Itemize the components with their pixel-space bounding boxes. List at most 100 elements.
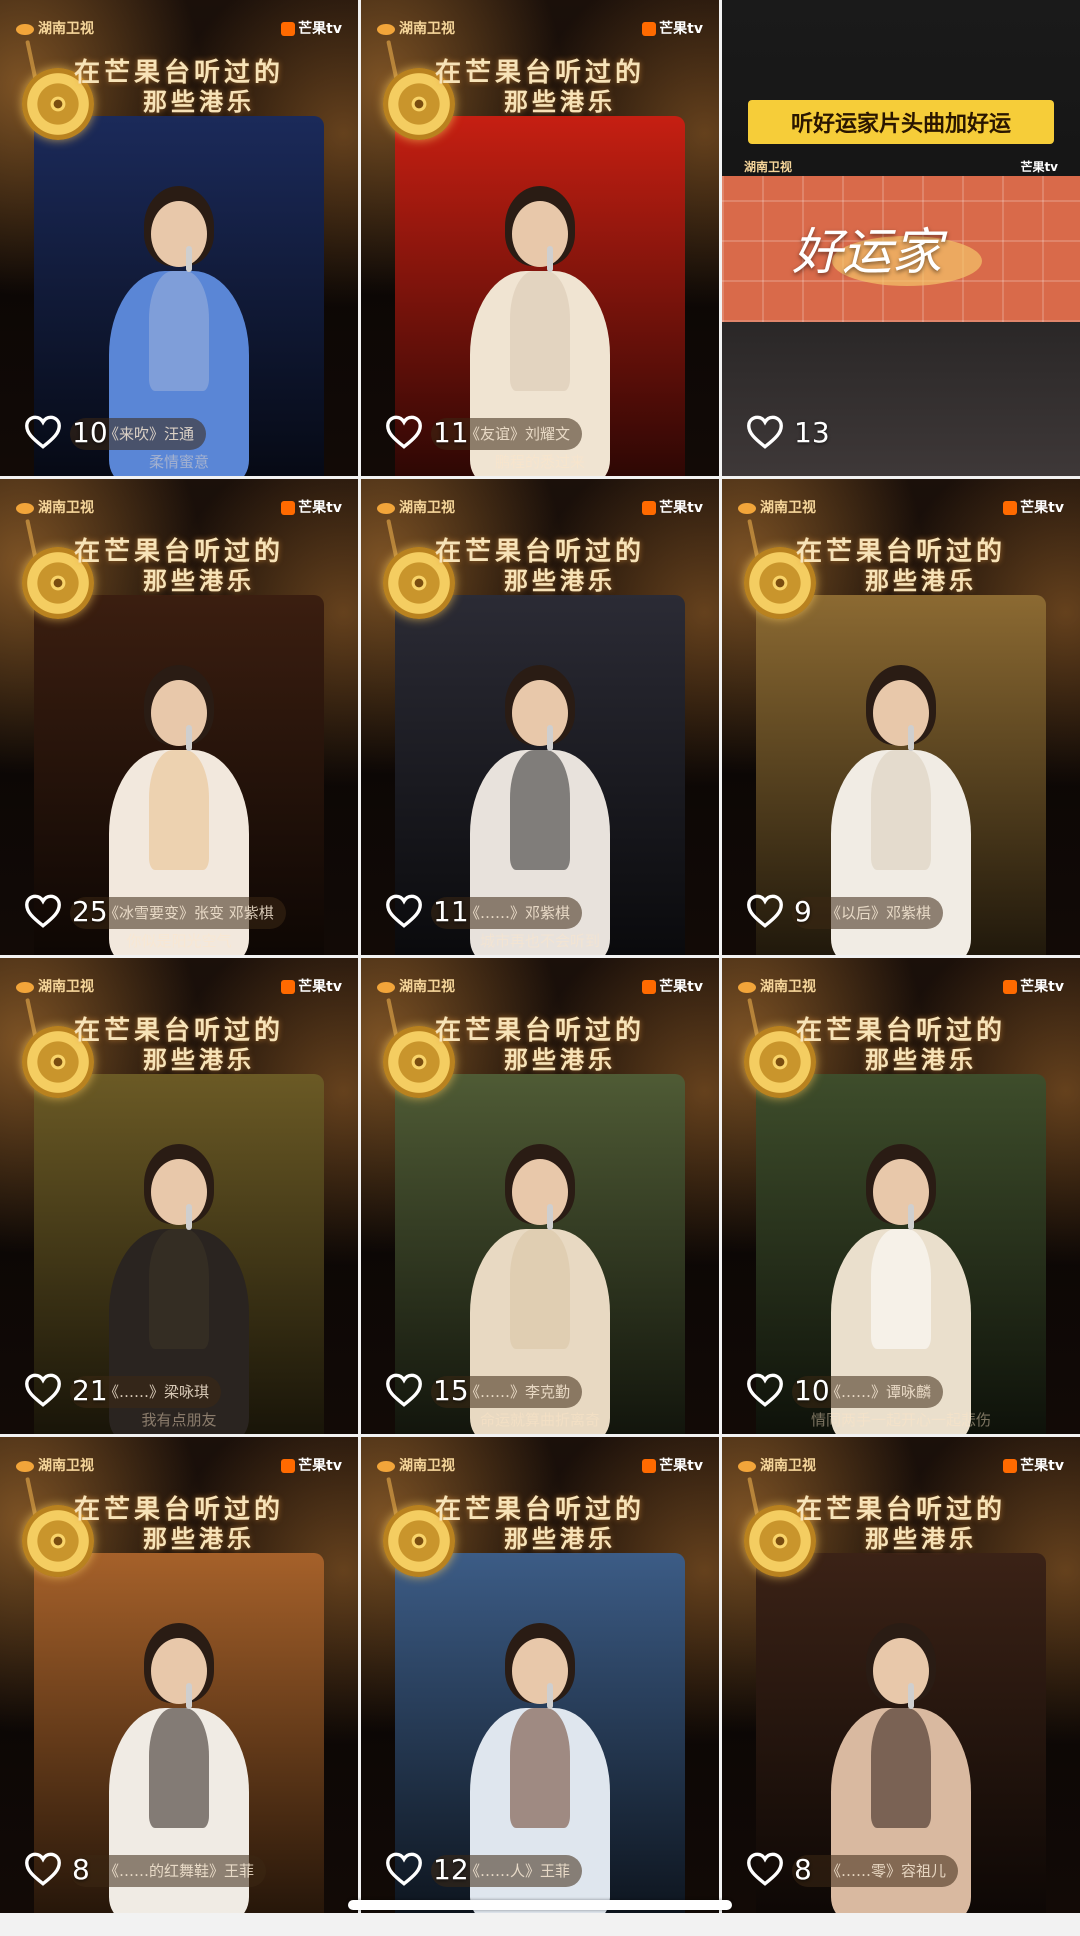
like-count-value: 11 [433, 415, 469, 449]
heart-icon [747, 1373, 783, 1407]
like-count[interactable]: 8 [746, 1851, 812, 1887]
poster-title: 好运家 [792, 223, 942, 281]
mango-tv-icon [1003, 980, 1018, 994]
heart-icon [25, 1373, 61, 1407]
platform-logo: 芒果tv [1003, 497, 1064, 517]
video-tile[interactable]: 湖南卫视 芒果tv 在芒果台听过的 那些港乐 《……零》容祖儿 8 [722, 1437, 1080, 1913]
mango-tv-icon [281, 980, 296, 994]
mango-tv-icon [281, 1459, 296, 1473]
tile-title-line2: 那些港乐 [504, 1525, 616, 1553]
video-tile[interactable]: 湖南卫视 芒果tv 在芒果台听过的 那些港乐 《……》李克勤 命运就算曲折离奇 15 [361, 958, 719, 1434]
video-tile[interactable]: 湖南卫视 芒果tv 在芒果台听过的 那些港乐 《来吹》汪通 柔情蜜意 10 [0, 0, 358, 476]
hunan-tv-eye-icon [738, 502, 756, 514]
hunan-tv-eye-icon [16, 981, 34, 993]
platform-logo: 芒果tv [1020, 160, 1058, 174]
song-caption: 《以后》邓紫棋 [792, 897, 944, 929]
like-count[interactable]: 11 [385, 414, 469, 450]
mango-tv-icon [281, 501, 296, 515]
heart-icon [25, 894, 61, 928]
promo-poster: 好运家 [722, 176, 1080, 322]
like-count[interactable]: 25 [24, 893, 108, 929]
lyric-subtitle: 柔情蜜意 [148, 453, 209, 471]
platform-logo: 芒果tv [642, 976, 703, 996]
like-count[interactable]: 13 [746, 414, 830, 450]
platform-logo: 芒果tv [642, 1455, 703, 1475]
heart-icon [747, 894, 783, 928]
hunan-tv-eye-icon [377, 981, 395, 993]
like-count[interactable]: 21 [24, 1372, 108, 1408]
tile-topbar: 湖南卫视 芒果tv [377, 1455, 703, 1479]
platform-logo: 芒果tv [642, 497, 703, 517]
tile-topbar: 湖南卫视 芒果tv [738, 1455, 1064, 1479]
video-tile[interactable]: 湖南卫视 芒果tv 在芒果台听过的 那些港乐 《友谊》刘耀文 鹏程的悉过来 11 [361, 0, 719, 476]
heart-icon [386, 1852, 422, 1886]
like-count[interactable]: 10 [24, 414, 108, 450]
video-tile[interactable]: 湖南卫视 芒果tv 在芒果台听过的 那些港乐 《冰雪要变》张变 邓紫棋 你似是阳光空气 25 [0, 479, 358, 955]
lyric-subtitle: 你似是阳光空气 [126, 932, 232, 950]
promo-logos: 湖南卫视 芒果tv [744, 158, 1058, 174]
tile-topbar: 湖南卫视 芒果tv [16, 18, 342, 42]
like-count[interactable]: 15 [385, 1372, 469, 1408]
channel-logo: 湖南卫视 [738, 497, 816, 517]
video-tile[interactable]: 湖南卫视 芒果tv 在芒果台听过的 那些港乐 《……》邓紫棋 城市再也不会听到 11 [361, 479, 719, 955]
tile-title-line2: 那些港乐 [865, 1046, 977, 1074]
channel-logo: 湖南卫视 [738, 976, 816, 996]
channel-logo: 湖南卫视 [377, 976, 455, 996]
lyric-subtitle: 我有点朋友 [141, 1411, 217, 1429]
tile-title-line2: 那些港乐 [865, 567, 977, 595]
like-count-value: 8 [794, 1852, 812, 1886]
tile-topbar: 湖南卫视 芒果tv [16, 497, 342, 521]
tile-topbar: 湖南卫视 芒果tv [377, 976, 703, 1000]
mango-tv-icon [281, 22, 296, 36]
like-count-value: 9 [794, 894, 812, 928]
mango-tv-icon [642, 22, 657, 36]
channel-logo: 湖南卫视 [16, 976, 94, 996]
channel-logo: 湖南卫视 [16, 1455, 94, 1475]
home-indicator[interactable] [348, 1900, 732, 1910]
tile-title-line2: 那些港乐 [143, 567, 255, 595]
song-caption: 《……的红舞鞋》王菲 [70, 1855, 267, 1887]
heart-icon [25, 1852, 61, 1886]
heart-icon [747, 415, 783, 449]
tile-topbar: 湖南卫视 芒果tv [738, 497, 1064, 521]
platform-logo: 芒果tv [281, 18, 342, 38]
tile-title-line2: 那些港乐 [504, 1046, 616, 1074]
like-count-value: 15 [433, 1373, 469, 1407]
song-caption: 《……零》容祖儿 [792, 1855, 959, 1887]
video-tile[interactable]: 听好运家片头曲加好运湖南卫视 芒果tv 好运家 13 [722, 0, 1080, 476]
video-tile[interactable]: 湖南卫视 芒果tv 在芒果台听过的 那些港乐 《……人》王菲 12 [361, 1437, 719, 1913]
video-tile[interactable]: 湖南卫视 芒果tv 在芒果台听过的 那些港乐 《……》谭咏麟 情同两手一起开心一起悲伤 10 [722, 958, 1080, 1434]
mango-tv-icon [642, 501, 657, 515]
lyric-subtitle: 城市再也不会听到 [479, 932, 600, 950]
video-tile[interactable]: 湖南卫视 芒果tv 在芒果台听过的 那些港乐 《……》梁咏琪 我有点朋友 21 [0, 958, 358, 1434]
heart-icon [386, 415, 422, 449]
promo-banner: 听好运家片头曲加好运 [748, 100, 1054, 144]
like-count[interactable]: 10 [746, 1372, 830, 1408]
video-tile[interactable]: 湖南卫视 芒果tv 在芒果台听过的 那些港乐 《……的红舞鞋》王菲 8 [0, 1437, 358, 1913]
platform-logo: 芒果tv [281, 976, 342, 996]
like-count-value: 10 [72, 415, 108, 449]
hunan-tv-eye-icon [738, 1460, 756, 1472]
platform-logo: 芒果tv [1003, 1455, 1064, 1475]
tile-title-line2: 那些港乐 [143, 1525, 255, 1553]
tile-title-line2: 那些港乐 [143, 1046, 255, 1074]
tile-topbar: 湖南卫视 芒果tv [377, 497, 703, 521]
hunan-tv-eye-icon [16, 1460, 34, 1472]
like-count[interactable]: 9 [746, 893, 812, 929]
like-count-value: 12 [433, 1852, 469, 1886]
platform-logo: 芒果tv [281, 1455, 342, 1475]
like-count-value: 13 [794, 415, 830, 449]
like-count[interactable]: 8 [24, 1851, 90, 1887]
like-count[interactable]: 11 [385, 893, 469, 929]
hunan-tv-eye-icon [16, 502, 34, 514]
hunan-tv-eye-icon [377, 1460, 395, 1472]
video-bottom-area [722, 322, 1080, 476]
hunan-tv-eye-icon [377, 502, 395, 514]
like-count-value: 25 [72, 894, 108, 928]
tile-title-line2: 那些港乐 [504, 88, 616, 116]
lyric-subtitle: 鹏程的悉过来 [494, 453, 585, 471]
video-tile[interactable]: 湖南卫视 芒果tv 在芒果台听过的 那些港乐 《以后》邓紫棋 9 [722, 479, 1080, 955]
channel-logo: 湖南卫视 [377, 1455, 455, 1475]
channel-logo: 湖南卫视 [377, 497, 455, 517]
like-count[interactable]: 12 [385, 1851, 469, 1887]
